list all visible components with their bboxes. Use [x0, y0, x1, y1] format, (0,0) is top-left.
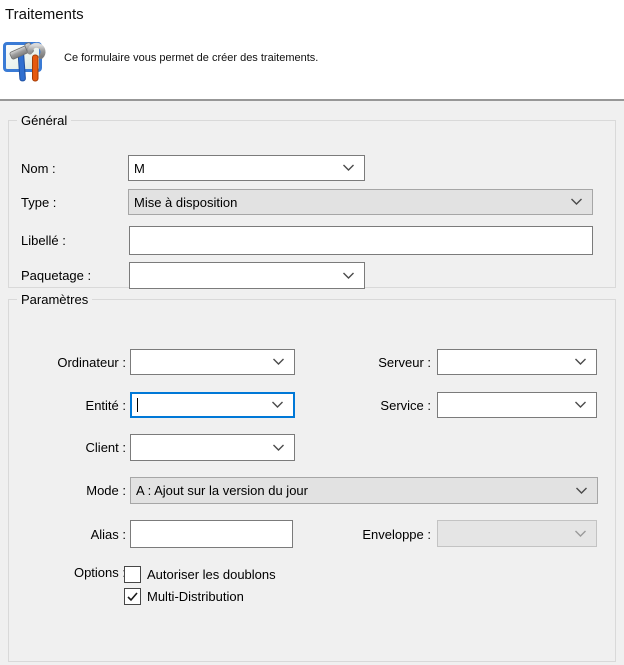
paquetage-input[interactable] [130, 266, 342, 285]
entite-input[interactable] [132, 396, 271, 415]
chevron-down-icon [575, 487, 588, 495]
service-label: Service : [329, 392, 431, 418]
enveloppe-label: Enveloppe : [329, 520, 431, 548]
form-header: Traitements [0, 0, 624, 101]
ordinateur-label: Ordinateur : [13, 349, 126, 375]
serveur-input[interactable] [438, 353, 574, 372]
chevron-down-icon [342, 272, 355, 280]
type-combobox[interactable]: Mise à disposition [128, 189, 593, 215]
multi-distribution-checkbox[interactable] [124, 588, 141, 605]
client-input[interactable] [131, 438, 272, 457]
entite-combobox[interactable] [130, 392, 295, 418]
alias-input[interactable] [130, 520, 293, 548]
page-title: Traitements [5, 6, 84, 23]
mode-value: A : Ajout sur la version du jour [131, 483, 575, 498]
chevron-down-icon [574, 401, 587, 409]
client-combobox[interactable] [130, 434, 295, 461]
serveur-combobox[interactable] [437, 349, 597, 375]
form-description: Ce formulaire vous permet de créer des t… [64, 52, 318, 64]
nom-label: Nom : [21, 155, 56, 181]
chevron-down-icon [574, 530, 587, 538]
checkmark-icon [127, 592, 138, 602]
chevron-down-icon [272, 444, 285, 452]
type-value: Mise à disposition [129, 195, 570, 210]
libelle-input[interactable] [129, 226, 593, 255]
entite-label: Entité : [13, 392, 126, 418]
autoriser-doublons-checkbox[interactable] [124, 566, 141, 583]
service-input[interactable] [438, 396, 574, 415]
chevron-down-icon [271, 401, 284, 409]
options-label: Options : [13, 562, 126, 582]
mode-combobox[interactable]: A : Ajout sur la version du jour [130, 477, 598, 504]
chevron-down-icon [570, 198, 583, 206]
mode-label: Mode : [13, 477, 126, 504]
libelle-label: Libellé : [21, 226, 66, 255]
client-label: Client : [13, 434, 126, 461]
paquetage-label: Paquetage : [21, 262, 91, 289]
chevron-down-icon [272, 358, 285, 366]
paquetage-combobox[interactable] [129, 262, 365, 289]
text-caret [137, 398, 138, 412]
type-label: Type : [21, 189, 56, 215]
traitements-form: Traitements [0, 0, 624, 665]
ordinateur-combobox[interactable] [130, 349, 295, 375]
tools-window-icon [3, 39, 50, 84]
nom-input[interactable] [129, 159, 342, 178]
serveur-label: Serveur : [329, 349, 431, 375]
nom-combobox[interactable] [128, 155, 365, 181]
alias-label: Alias : [13, 520, 126, 548]
multi-distribution-label[interactable]: Multi-Distribution [147, 588, 244, 605]
autoriser-doublons-label[interactable]: Autoriser les doublons [147, 566, 276, 583]
general-legend: Général [17, 113, 71, 128]
enveloppe-combobox [437, 520, 597, 547]
ordinateur-input[interactable] [131, 353, 272, 372]
parametres-legend: Paramètres [17, 292, 92, 307]
general-section: Général Nom : Type : Mise à disposition … [8, 113, 616, 288]
chevron-down-icon [574, 358, 587, 366]
parametres-section: Paramètres Ordinateur : Serveur : Entité… [8, 292, 616, 662]
service-combobox[interactable] [437, 392, 597, 418]
chevron-down-icon [342, 164, 355, 172]
